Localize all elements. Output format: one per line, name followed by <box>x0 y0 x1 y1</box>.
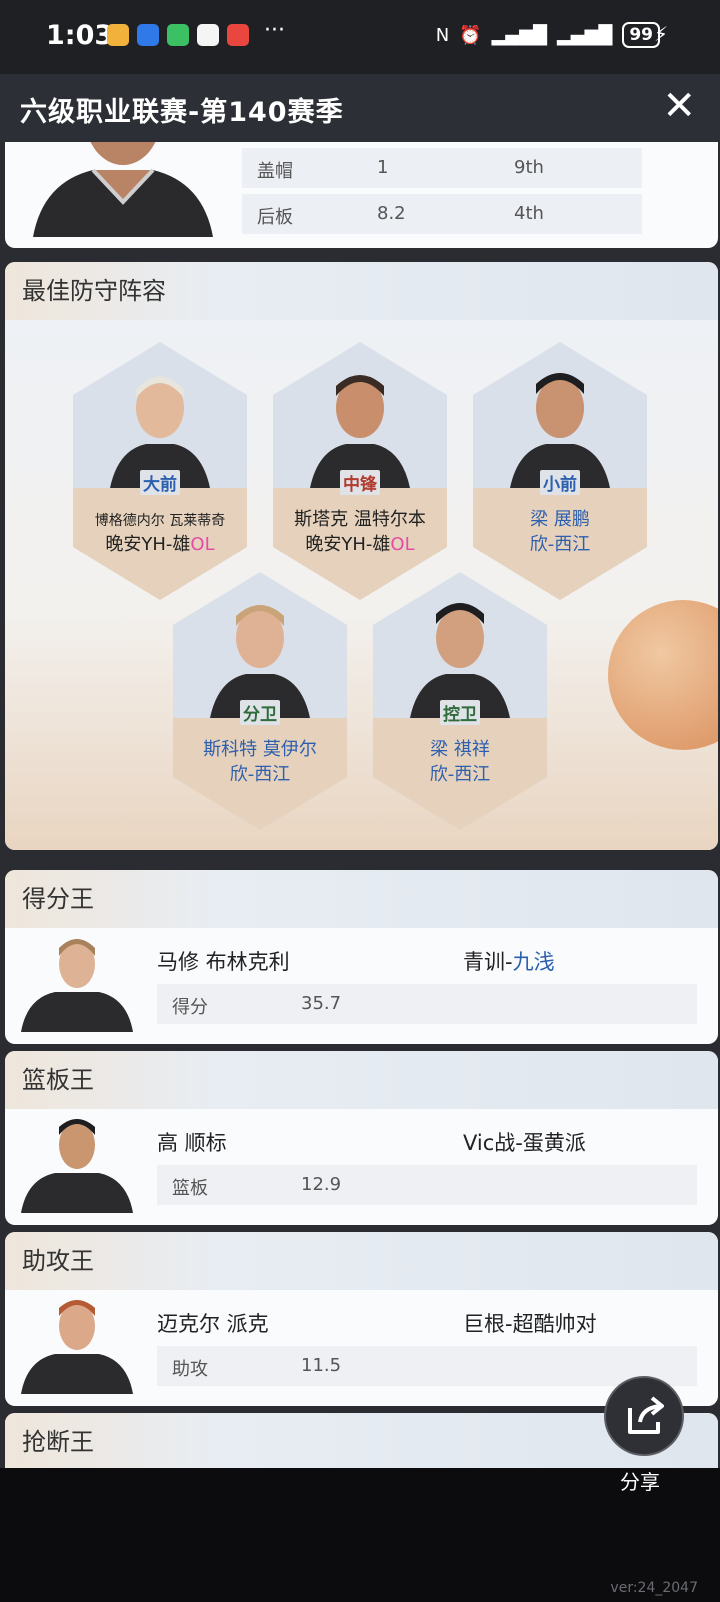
weibo-icon <box>107 24 129 46</box>
signal-icon: ▂▄▆█ <box>491 24 547 46</box>
version-text: ver:24_2047 <box>610 1580 698 1596</box>
stat-rank: 9th <box>514 157 544 178</box>
share-label: 分享 <box>620 1470 660 1494</box>
lineup-card-pf[interactable]: 大前 博格德内尔 瓦莱蒂奇 晚安YH-雄OL <box>71 340 249 602</box>
app-blue-icon <box>137 24 159 46</box>
defense-lineup-panel: 最佳防守阵容 大前 博格德内尔 瓦莱蒂奇 晚安YH-雄OL 中锋 斯塔克 温特尔… <box>5 262 718 850</box>
player-team: Vic战-蛋黄派 <box>463 1131 586 1155</box>
app-red-icon <box>227 24 249 46</box>
stat-row-def-rebounds: 后板 8.2 4th <box>242 194 642 234</box>
stat-row: 篮板 12.9 <box>157 1165 697 1205</box>
share-button[interactable] <box>604 1376 684 1456</box>
nfc-icon: N <box>435 24 450 46</box>
leader-panel-rebounds[interactable]: 篮板王 高 顺标 Vic战-蛋黄派 篮板 12.9 <box>5 1051 718 1225</box>
lineup-card-pg[interactable]: 控卫 梁 祺祥 欣-西江 <box>371 570 549 832</box>
stat-rank: 4th <box>514 203 544 224</box>
app-game-icon <box>197 24 219 46</box>
player-team: 欣-西江 <box>429 764 491 785</box>
notification-icons <box>107 24 249 46</box>
stat-label: 得分 <box>172 997 208 1018</box>
player-name: 斯塔克 温特尔本 <box>294 509 426 530</box>
stat-label: 篮板 <box>172 1178 208 1199</box>
wechat-icon <box>167 24 189 46</box>
player-name: 博格德内尔 瓦莱蒂奇 <box>94 513 226 529</box>
status-right: N ⏰ ▂▄▆█ ▂▄▆█ 99 <box>436 22 660 48</box>
status-time: 1:03 <box>46 20 114 51</box>
status-bar: 1:03 ··· N ⏰ ▂▄▆█ ▂▄▆█ 99 ⚡ <box>0 0 720 74</box>
stat-value: 35.7 <box>301 993 342 1014</box>
section-title: 篮板王 <box>5 1051 718 1109</box>
stat-label: 助攻 <box>172 1359 208 1380</box>
player-team: 欣-西江 <box>529 534 591 555</box>
signal2-icon: ▂▄▆█ <box>556 24 613 46</box>
player-team: 青训-九浅 <box>463 950 555 974</box>
title-bar: 六级职业联赛-第140赛季 ✕ <box>0 74 720 142</box>
player-name: 迈克尔 派克 <box>157 1312 269 1336</box>
section-title: 最佳防守阵容 <box>5 262 718 320</box>
alarm-icon: ⏰ <box>459 24 482 46</box>
position-badge: 大前 <box>140 470 180 495</box>
player-name: 高 顺标 <box>157 1131 227 1155</box>
section-title: 得分王 <box>5 870 718 928</box>
player-avatar <box>21 939 133 1032</box>
player-avatar <box>33 142 213 237</box>
position-badge: 分卫 <box>240 700 280 725</box>
more-notifications-icon: ··· <box>264 18 285 43</box>
leader-panel-points[interactable]: 得分王 马修 布林克利 青训-九浅 得分 35.7 <box>5 870 718 1044</box>
stat-value: 8.2 <box>377 203 406 224</box>
section-title: 助攻王 <box>5 1232 718 1290</box>
stat-value: 12.9 <box>301 1174 342 1195</box>
player-stats-panel: 盖帽 1 9th 后板 8.2 4th <box>5 142 718 248</box>
position-badge: 中锋 <box>340 470 380 495</box>
position-badge: 控卫 <box>440 700 480 725</box>
player-name: 梁 展鹏 <box>530 509 590 530</box>
player-team: 欣-西江 <box>229 764 291 785</box>
player-name: 梁 祺祥 <box>430 739 490 760</box>
stat-row-blocks: 盖帽 1 9th <box>242 148 642 188</box>
lineup-card-sf[interactable]: 小前 梁 展鹏 欣-西江 <box>471 340 649 602</box>
content-scroll[interactable]: 盖帽 1 9th 后板 8.2 4th 最佳防守阵容 大前 博格德内尔 瓦莱蒂奇… <box>0 142 720 1468</box>
charging-icon: ⚡ <box>653 22 668 46</box>
stat-label: 后板 <box>257 207 293 228</box>
stat-value: 1 <box>377 157 389 178</box>
stat-row: 得分 35.7 <box>157 984 697 1024</box>
player-team: 巨根-超酷帅对 <box>463 1312 597 1336</box>
close-button[interactable]: ✕ <box>662 84 696 128</box>
stat-value: 11.5 <box>301 1355 342 1376</box>
player-name: 斯科特 莫伊尔 <box>203 739 317 760</box>
share-icon <box>628 1396 664 1434</box>
player-name: 马修 布林克利 <box>157 950 290 974</box>
page-title: 六级职业联赛-第140赛季 <box>20 97 344 128</box>
lineup-card-c[interactable]: 中锋 斯塔克 温特尔本 晚安YH-雄OL <box>271 340 449 602</box>
player-team: 晚安YH-雄OL <box>105 534 215 555</box>
player-team: 晚安YH-雄OL <box>305 534 415 555</box>
stat-label: 盖帽 <box>257 161 293 182</box>
lineup-card-sg[interactable]: 分卫 斯科特 莫伊尔 欣-西江 <box>171 570 349 832</box>
player-avatar <box>21 1119 133 1213</box>
player-avatar <box>21 1300 133 1394</box>
position-badge: 小前 <box>540 470 580 495</box>
